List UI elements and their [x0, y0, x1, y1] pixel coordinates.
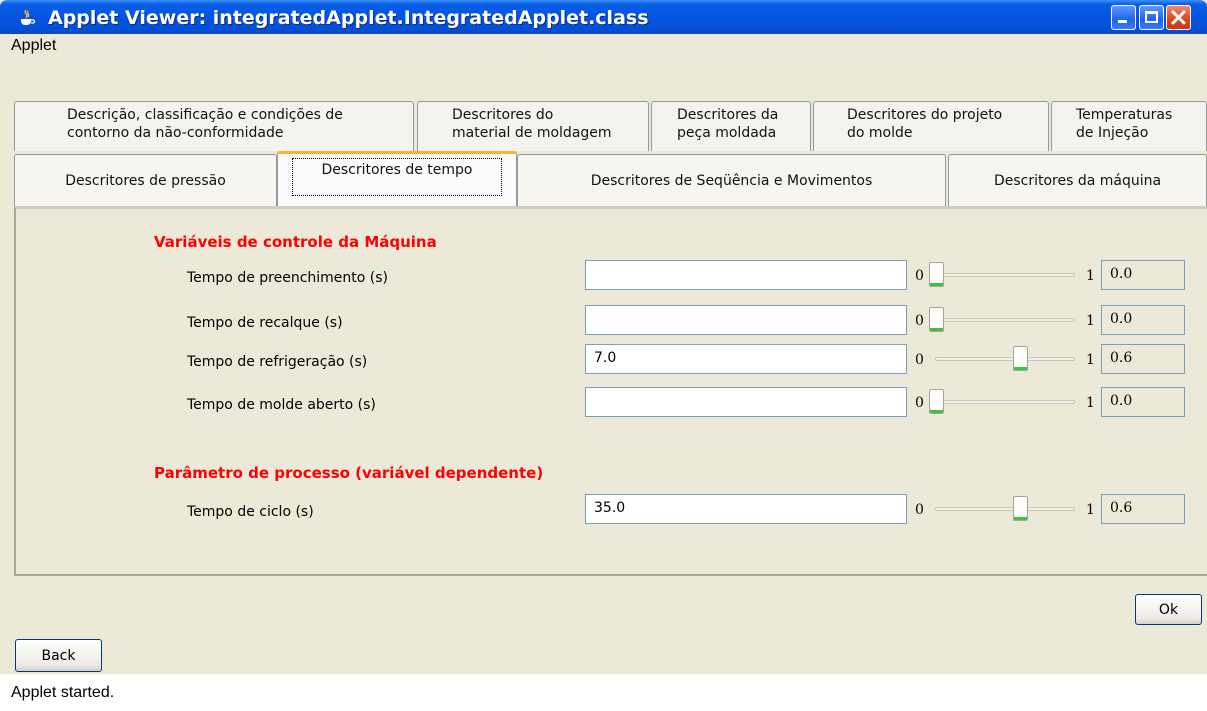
back-button[interactable]: Back	[15, 639, 102, 672]
slider-track[interactable]	[935, 273, 1075, 277]
tab-descritores-peca[interactable]: Descritores da peça moldada	[651, 101, 811, 151]
parameter-label: Tempo de ciclo (s)	[187, 504, 314, 520]
parameter-label: Tempo de refrigeração (s)	[187, 354, 368, 370]
slider-max-label: 1	[1086, 352, 1095, 368]
menu-bar: Applet	[0, 34, 1207, 60]
tab-label-line1: Temperaturas	[1076, 107, 1173, 123]
tab-label: Descritores da máquina	[993, 172, 1162, 189]
tab-label: Descritores de pressão	[65, 172, 226, 189]
parameter-label: Tempo de preenchimento (s)	[187, 270, 389, 286]
slider-track[interactable]	[935, 318, 1075, 322]
parameter-label: Tempo de recalque (s)	[187, 315, 343, 331]
tab-label-line1: Descritores da	[677, 107, 779, 123]
slider-min-label: 0	[915, 352, 924, 368]
slider-max-label: 1	[1086, 268, 1095, 284]
minimize-icon	[1118, 20, 1127, 23]
title-bar[interactable]: Applet Viewer: integratedApplet.Integrat…	[0, 0, 1207, 34]
tab-label: Descritores de tempo	[292, 158, 502, 196]
slider-thumb[interactable]	[1013, 346, 1028, 371]
slider-min-label: 0	[915, 313, 924, 329]
tab-label-line2: do molde	[847, 125, 913, 141]
parameter-input[interactable]: 35.0	[585, 494, 907, 524]
slider-value-display: 0.6	[1101, 494, 1185, 524]
slider-track[interactable]	[935, 400, 1075, 404]
tab-label-line1: Descrição, classificação e condições de	[67, 107, 343, 123]
slider-min-label: 0	[915, 395, 924, 411]
parameter-input[interactable]: 7.0	[585, 344, 907, 374]
slider-track[interactable]	[935, 507, 1075, 511]
tab-descritores-material[interactable]: Descritores do material de moldagem	[417, 101, 649, 151]
slider-thumb[interactable]	[929, 262, 944, 287]
tab-label-line2: de Injeção	[1076, 125, 1149, 141]
slider-min-label: 0	[915, 502, 924, 518]
status-text: Applet started.	[11, 684, 115, 701]
tab-descritores-sequencia[interactable]: Descritores de Seqüência e Movimentos	[517, 154, 946, 206]
slider-max-label: 1	[1086, 395, 1095, 411]
parameter-input[interactable]	[585, 305, 907, 335]
section-title-controle: Variáveis de controle da Máquina	[154, 233, 437, 251]
tab-label-line2: material de moldagem	[452, 125, 612, 141]
tab-descritores-maquina[interactable]: Descritores da máquina	[948, 154, 1207, 206]
tab-descricao-classificacao[interactable]: Descrição, classificação e condições de …	[14, 101, 414, 151]
tab-descritores-pressao[interactable]: Descritores de pressão	[14, 154, 277, 206]
slider-thumb[interactable]	[1013, 496, 1028, 521]
window-title: Applet Viewer: integratedApplet.Integrat…	[48, 7, 649, 29]
java-cup-icon	[21, 9, 36, 25]
parameter-input[interactable]	[585, 387, 907, 417]
minimize-button[interactable]	[1111, 5, 1136, 30]
tab-label-line1: Descritores do	[452, 107, 554, 123]
menu-applet[interactable]: Applet	[11, 37, 56, 55]
ok-button[interactable]: Ok	[1135, 594, 1202, 625]
parameter-input[interactable]	[585, 260, 907, 290]
tab-label-line2: peça moldada	[677, 125, 777, 141]
tab-temperaturas-injecao[interactable]: Temperaturas de Injeção	[1051, 101, 1207, 151]
slider-value-display: 0.0	[1101, 260, 1185, 290]
slider-value-display: 0.6	[1101, 344, 1185, 374]
slider-value-display: 0.0	[1101, 387, 1185, 417]
tab-label-line1: Descritores do projeto	[847, 107, 1003, 123]
close-button[interactable]	[1166, 5, 1191, 30]
slider-min-label: 0	[915, 268, 924, 284]
slider-track[interactable]	[935, 357, 1075, 361]
tab-descritores-tempo[interactable]: Descritores de tempo	[277, 151, 517, 206]
section-title-processo: Parâmetro de processo (variável dependen…	[154, 464, 544, 482]
tab-label-line2: contorno da não-conformidade	[67, 125, 284, 141]
status-strip	[0, 674, 1207, 711]
slider-thumb[interactable]	[929, 389, 944, 414]
close-icon	[1171, 10, 1186, 25]
maximize-icon	[1145, 11, 1158, 23]
slider-max-label: 1	[1086, 502, 1095, 518]
slider-value-display: 0.0	[1101, 305, 1185, 335]
tab-label: Descritores de Seqüência e Movimentos	[590, 172, 873, 189]
slider-max-label: 1	[1086, 313, 1095, 329]
parameter-label: Tempo de molde aberto (s)	[187, 397, 376, 413]
slider-thumb[interactable]	[929, 307, 944, 332]
maximize-button[interactable]	[1139, 5, 1164, 30]
tab-descritores-projeto-molde[interactable]: Descritores do projeto do molde	[813, 101, 1049, 151]
